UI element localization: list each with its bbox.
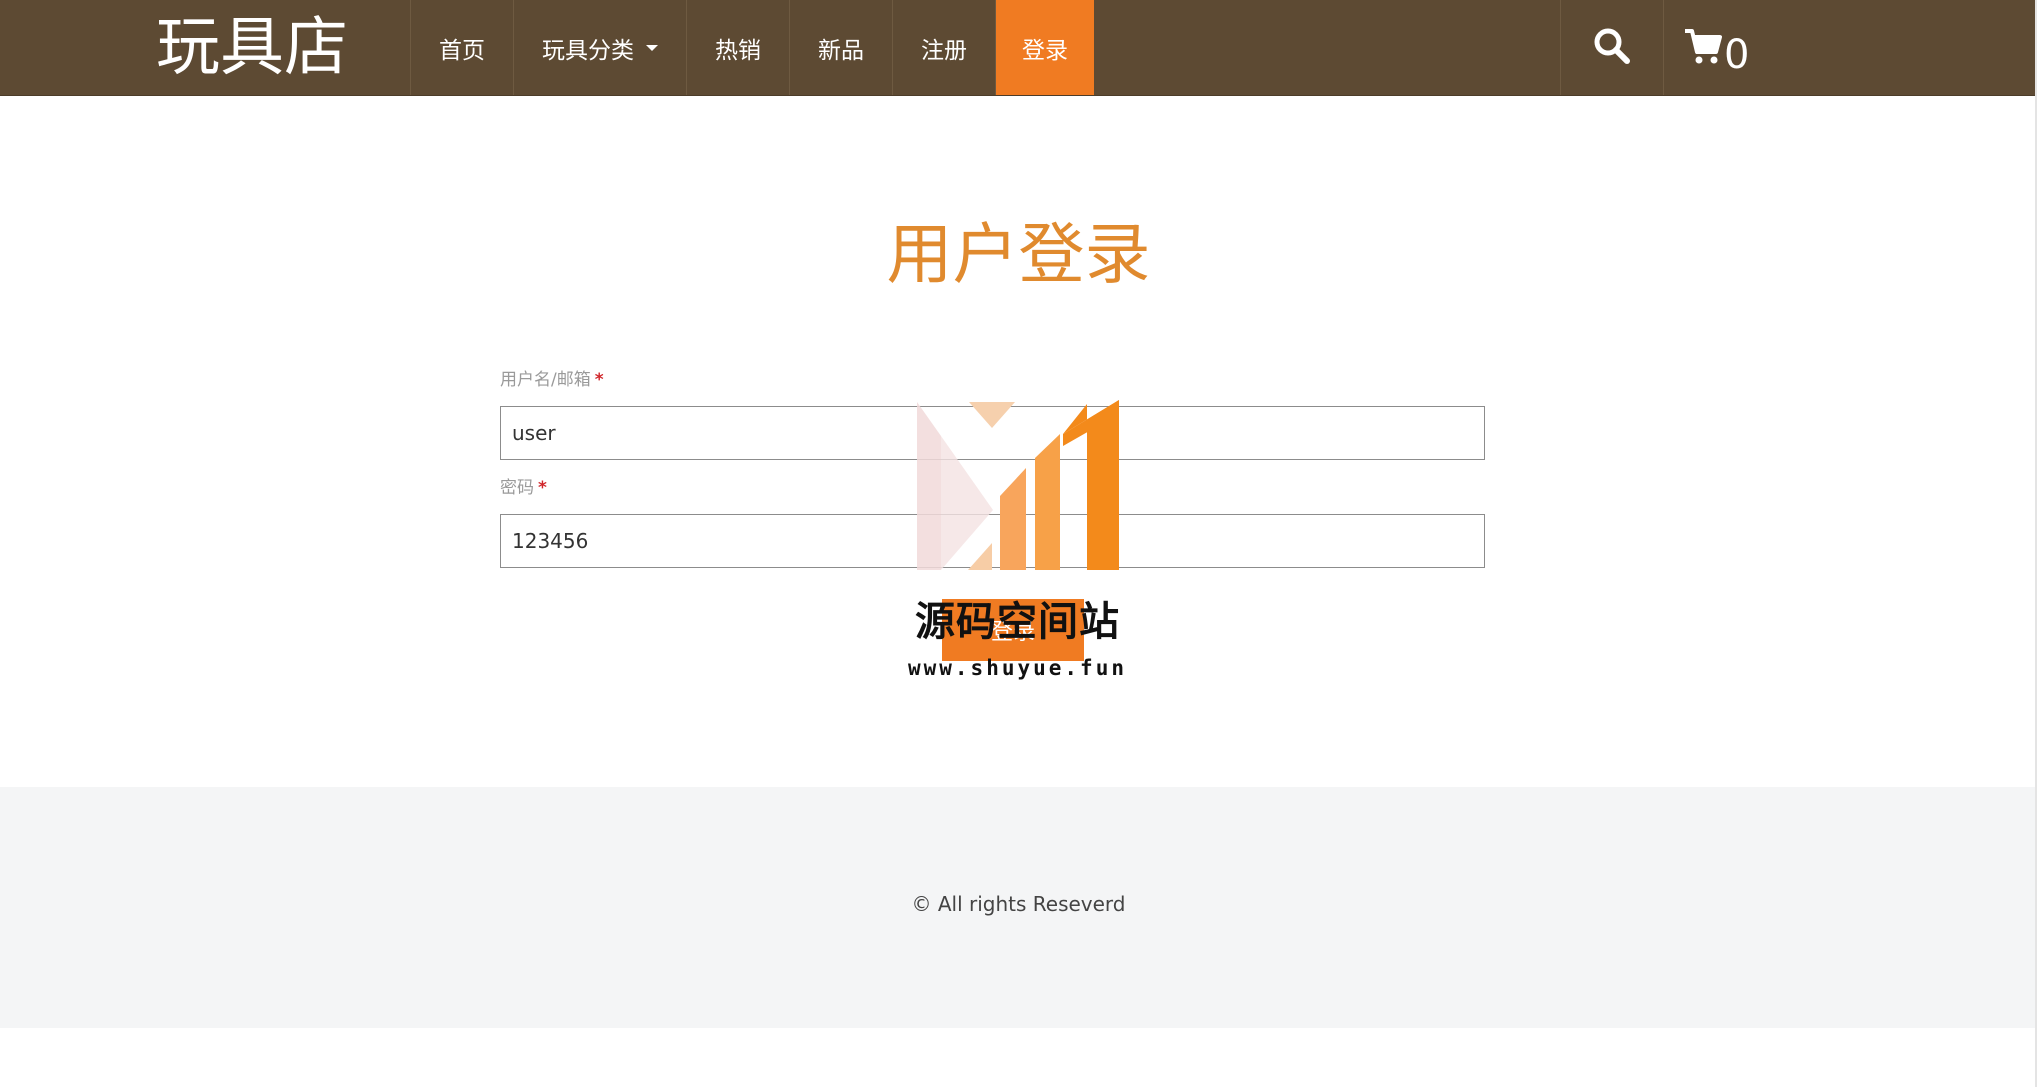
copyright-text: © All rights Reseverd xyxy=(911,892,1126,916)
username-label: 用户名/邮箱 * xyxy=(500,368,1485,392)
cart-button[interactable]: 0 xyxy=(1663,0,1749,95)
username-label-text: 用户名/邮箱 xyxy=(500,370,591,390)
footer: © All rights Reseverd xyxy=(0,787,2037,1028)
password-label: 密码 * xyxy=(500,476,1485,500)
top-navbar: 玩具店 首页 玩具分类 热销 新品 注册 登录 0 xyxy=(0,0,2037,96)
search-icon xyxy=(1592,26,1632,70)
brand-logo[interactable]: 玩具店 xyxy=(156,4,348,92)
nav-item-new[interactable]: 新品 xyxy=(789,0,892,95)
caret-down-icon xyxy=(646,44,658,51)
cart-count-badge: 0 xyxy=(1724,31,1750,78)
nav-item-register[interactable]: 注册 xyxy=(892,0,995,95)
nav-item-hot[interactable]: 热销 xyxy=(686,0,789,95)
login-submit-button[interactable]: 登录 xyxy=(942,599,1084,661)
required-mark: * xyxy=(538,478,547,498)
nav-item-categories-label: 玩具分类 xyxy=(542,37,634,64)
nav-item-login[interactable]: 登录 xyxy=(995,0,1094,95)
password-input[interactable] xyxy=(500,514,1485,568)
required-mark: * xyxy=(594,370,604,390)
password-label-text: 密码 xyxy=(500,478,534,498)
nav-item-categories-dropdown[interactable]: 玩具分类 xyxy=(513,0,686,95)
main-nav: 首页 玩具分类 热销 新品 注册 登录 xyxy=(410,0,1094,95)
cart-icon xyxy=(1684,26,1722,70)
username-input[interactable] xyxy=(500,406,1485,460)
search-button[interactable] xyxy=(1560,0,1663,95)
login-form: 用户名/邮箱* 密码* xyxy=(500,368,1485,568)
nav-item-home[interactable]: 首页 xyxy=(410,0,513,95)
page-title: 用户登录 xyxy=(886,216,1151,293)
nav-actions: 0 xyxy=(1560,0,1749,95)
